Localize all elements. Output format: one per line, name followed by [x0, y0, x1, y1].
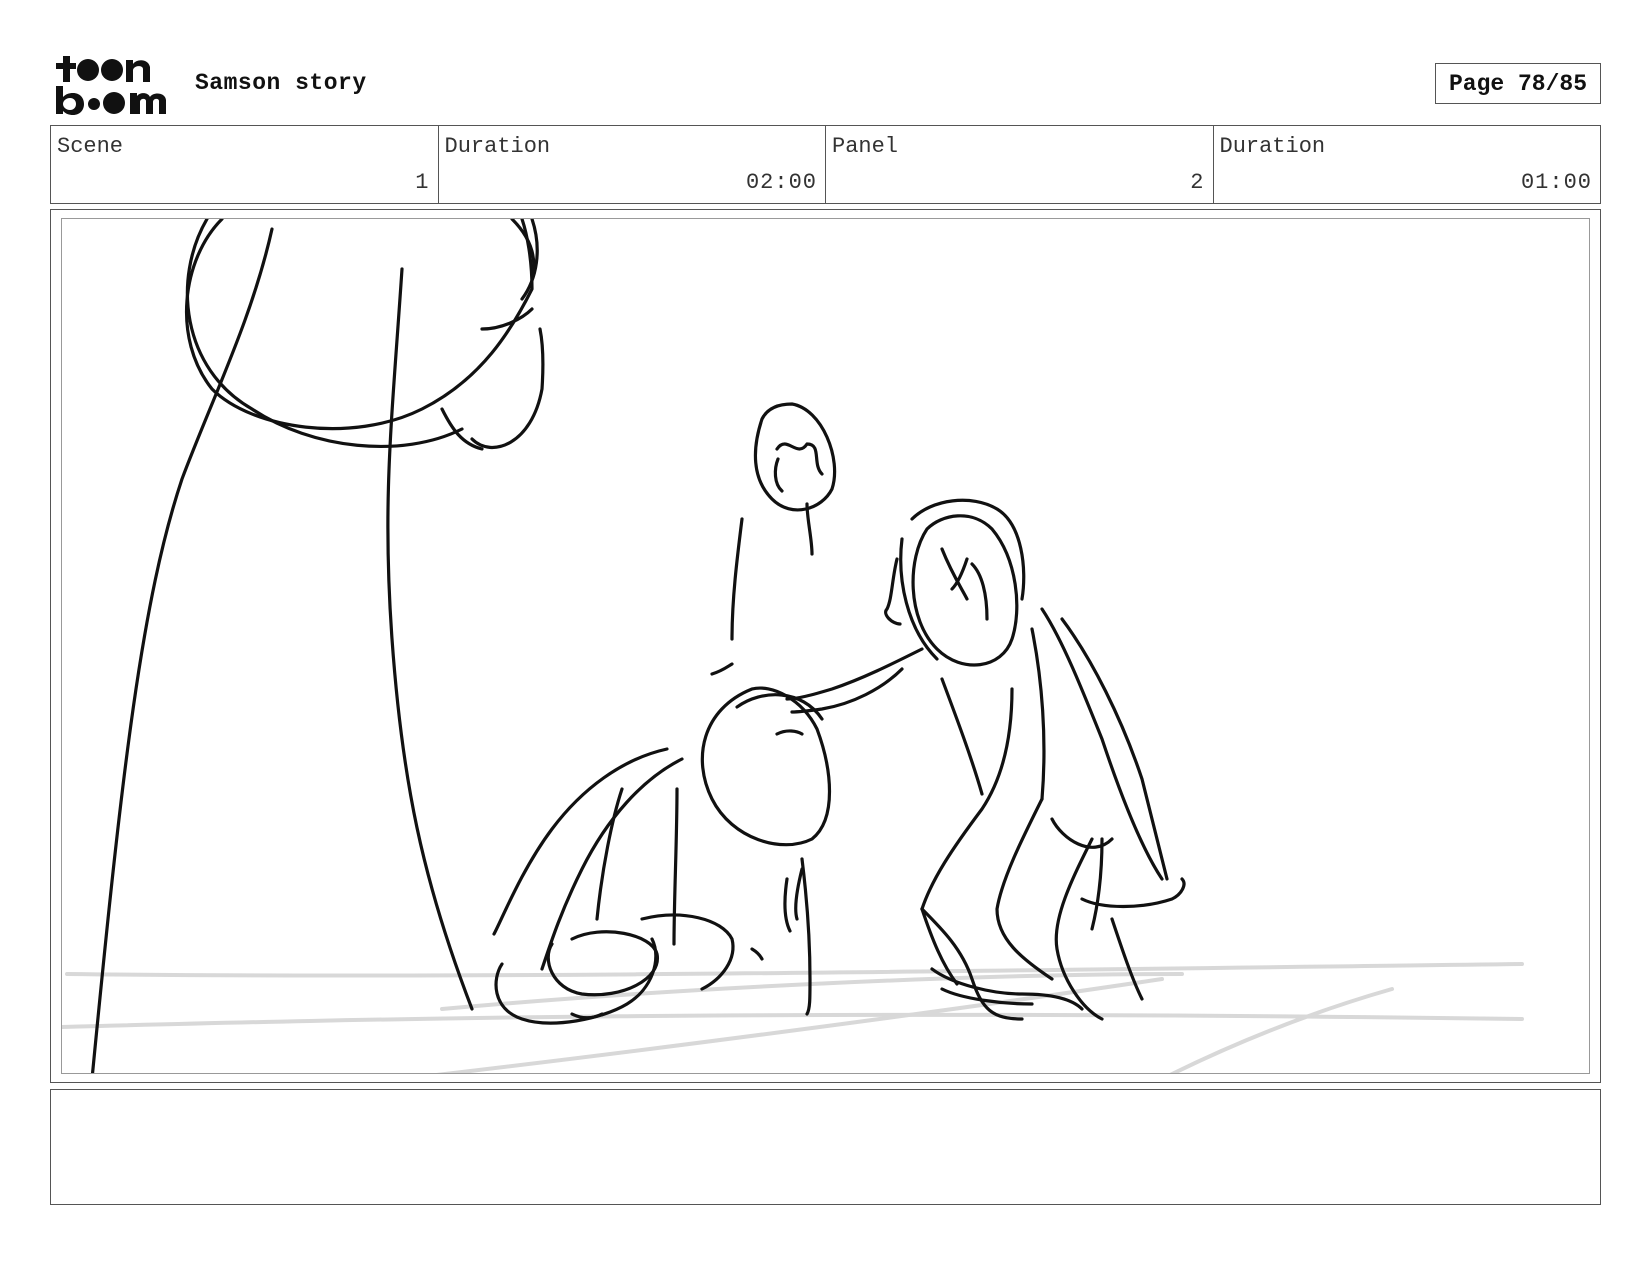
toon-boom-logo	[54, 54, 170, 116]
scene-duration-cell: Duration 02:00	[439, 126, 826, 203]
scene-label: Scene	[57, 134, 124, 159]
panel-label: Panel	[832, 134, 899, 159]
panel-duration-label: Duration	[1219, 134, 1326, 159]
scene-duration-value: 02:00	[745, 170, 817, 195]
story-title: Samson story	[195, 70, 367, 96]
panel-notes-box	[50, 1089, 1601, 1205]
scene-duration-label: Duration	[444, 134, 551, 159]
sketch-drawing	[62, 219, 1524, 1073]
panel-frame	[61, 218, 1590, 1074]
scene-cell: Scene 1	[51, 126, 439, 203]
panel-duration-cell: Duration 01:00	[1214, 126, 1601, 203]
scene-value: 1	[415, 170, 430, 195]
storyboard-panel	[50, 209, 1601, 1083]
panel-duration-value: 01:00	[1520, 170, 1592, 195]
page-number-box: Page 78/85	[1435, 63, 1601, 104]
panel-value: 2	[1190, 170, 1205, 195]
page-number: Page 78/85	[1448, 70, 1588, 97]
panel-info-row: Scene 1 Duration 02:00 Panel 2 Duration …	[50, 125, 1601, 204]
panel-cell: Panel 2	[826, 126, 1214, 203]
